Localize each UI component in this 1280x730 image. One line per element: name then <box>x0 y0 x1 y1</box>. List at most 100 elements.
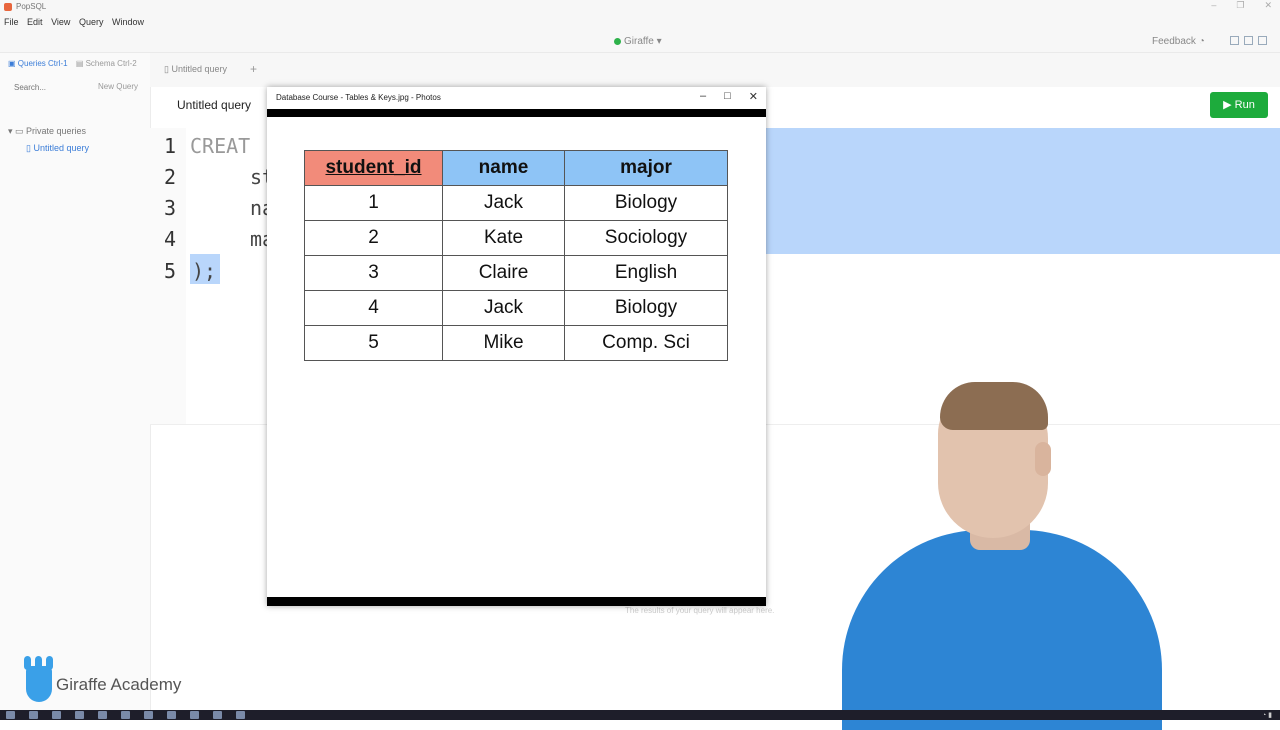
table-row: 5 Mike Comp. Sci <box>304 325 728 361</box>
sidebar: ▣ Queries Ctrl-1 ▤ Schema Ctrl-2 New Que… <box>0 53 151 720</box>
connection-name: Giraffe <box>624 36 654 47</box>
sidebar-tabs: ▣ Queries Ctrl-1 ▤ Schema Ctrl-2 <box>8 59 137 68</box>
tab-queries[interactable]: ▣ Queries Ctrl-1 <box>8 59 68 68</box>
feedback-icon: ◔ <box>1198 36 1205 47</box>
line-number: 1 <box>164 134 177 158</box>
line-number: 3 <box>164 196 177 220</box>
query-title[interactable]: Untitled query <box>177 98 251 112</box>
minimize-icon[interactable]: – <box>700 90 706 103</box>
sidebar-item-untitled-query[interactable]: ▯ Untitled query <box>26 143 89 154</box>
table-cell: Mike <box>442 325 565 361</box>
app-title: PopSQL <box>16 2 47 11</box>
line-number: 5 <box>164 259 177 283</box>
sidebar-folder-private[interactable]: ▾ ▭ Private queries <box>8 126 86 137</box>
table-row: 2 Kate Sociology <box>304 220 728 256</box>
results-placeholder: The results of your query will appear he… <box>625 606 775 615</box>
image-border-top <box>267 109 766 117</box>
table-cell: Comp. Sci <box>564 325 728 361</box>
file-explorer-icon[interactable] <box>75 711 84 719</box>
presenter-shirt <box>842 530 1162 730</box>
feedback-link[interactable]: Feedback ◔ <box>1152 36 1205 47</box>
photos-titlebar[interactable]: Database Course - Tables & Keys.jpg - Ph… <box>267 87 766 109</box>
layout-bottom-icon[interactable] <box>1244 36 1253 45</box>
layout-right-icon[interactable] <box>1258 36 1267 45</box>
code-line: ); <box>192 259 217 283</box>
menu-file[interactable]: File <box>4 17 19 27</box>
app-titlebar: PopSQL – ❐ ✕ <box>0 0 1280 14</box>
popsql-logo-icon <box>4 3 12 11</box>
line-number: 4 <box>164 227 177 251</box>
table-row: 1 Jack Biology <box>304 185 728 221</box>
giraffe-icon <box>16 656 60 704</box>
column-header-name: name <box>442 150 565 186</box>
brand-name: Giraffe Academy <box>56 675 182 694</box>
connection-selector[interactable]: Giraffe ▾ <box>614 36 662 47</box>
menu-query[interactable]: Query <box>79 17 104 27</box>
chevron-down-icon: ▾ <box>656 36 662 47</box>
taskbar-icons <box>6 711 245 719</box>
table-cell: Jack <box>442 185 565 221</box>
windows-taskbar: ◔ ▮ <box>0 710 1280 720</box>
start-icon[interactable] <box>6 711 15 719</box>
menu-edit[interactable]: Edit <box>27 17 43 27</box>
table-cell: Jack <box>442 290 565 326</box>
tab-schema[interactable]: ▤ Schema Ctrl-2 <box>76 59 137 68</box>
tab-queries-label: Queries Ctrl-1 <box>17 59 68 68</box>
close-icon[interactable]: ✕ <box>749 90 758 103</box>
maximize-icon[interactable]: ❐ <box>1236 0 1244 11</box>
window-controls: – ❐ ✕ <box>1211 0 1272 11</box>
table-cell: 4 <box>304 290 443 326</box>
photos-window[interactable]: Database Course - Tables & Keys.jpg - Ph… <box>267 87 766 606</box>
top-toolbar: Giraffe ▾ Feedback ◔ <box>0 30 1280 53</box>
popsql-taskbar-icon[interactable] <box>213 711 222 719</box>
image-border-bottom <box>267 597 766 606</box>
new-query-button[interactable]: New Query <box>98 82 138 91</box>
maximize-icon[interactable]: □ <box>724 90 731 103</box>
tab-untitled-query[interactable]: ▯ Untitled query <box>164 64 227 75</box>
run-label: Run <box>1234 99 1255 111</box>
app-icon[interactable] <box>121 711 130 719</box>
search-input[interactable] <box>10 80 98 94</box>
feedback-label: Feedback <box>1152 36 1196 47</box>
search-icon[interactable] <box>29 711 38 719</box>
layout-left-icon[interactable] <box>1230 36 1239 45</box>
table-header-row: student_id name major <box>304 150 728 186</box>
tab-schema-label: Schema Ctrl-2 <box>85 59 137 68</box>
table-cell: 1 <box>304 185 443 221</box>
table-cell: 5 <box>304 325 443 361</box>
table-row: 3 Claire English <box>304 255 728 291</box>
table-cell: 3 <box>304 255 443 291</box>
photos-window-title: Database Course - Tables & Keys.jpg - Ph… <box>276 93 441 102</box>
table-cell: Claire <box>442 255 565 291</box>
app-icon[interactable] <box>190 711 199 719</box>
run-button[interactable]: ▶ Run <box>1210 92 1268 118</box>
menu-view[interactable]: View <box>51 17 70 27</box>
menu-window[interactable]: Window <box>112 17 144 27</box>
photos-taskbar-icon[interactable] <box>236 711 245 719</box>
code-line: CREAT <box>190 134 251 158</box>
add-tab-icon[interactable]: + <box>250 62 257 76</box>
task-view-icon[interactable] <box>52 711 61 719</box>
editor-tabbar: ▯ Untitled query + <box>150 53 1280 87</box>
folder-label: Private queries <box>26 126 87 136</box>
minimize-icon[interactable]: – <box>1211 0 1216 11</box>
column-header-major: major <box>564 150 728 186</box>
app-icon[interactable] <box>144 711 153 719</box>
table-cell: Biology <box>564 290 728 326</box>
close-icon[interactable]: ✕ <box>1264 0 1272 11</box>
browser-icon[interactable] <box>98 711 107 719</box>
menu-bar: File Edit View Query Window <box>0 14 1280 30</box>
table-cell: Biology <box>564 185 728 221</box>
students-table: student_id name major 1 Jack Biology 2 K… <box>304 150 728 361</box>
app-icon[interactable] <box>167 711 176 719</box>
table-cell: English <box>564 255 728 291</box>
presenter-ear <box>1035 442 1051 476</box>
photos-window-controls: – □ ✕ <box>700 90 758 103</box>
layout-toggles <box>1230 36 1267 45</box>
table-row: 4 Jack Biology <box>304 290 728 326</box>
table-cell: Kate <box>442 220 565 256</box>
system-tray[interactable]: ◔ ▮ <box>1262 711 1272 719</box>
query-item-label: Untitled query <box>33 143 89 153</box>
column-header-student-id: student_id <box>304 150 443 186</box>
table-cell: 2 <box>304 220 443 256</box>
